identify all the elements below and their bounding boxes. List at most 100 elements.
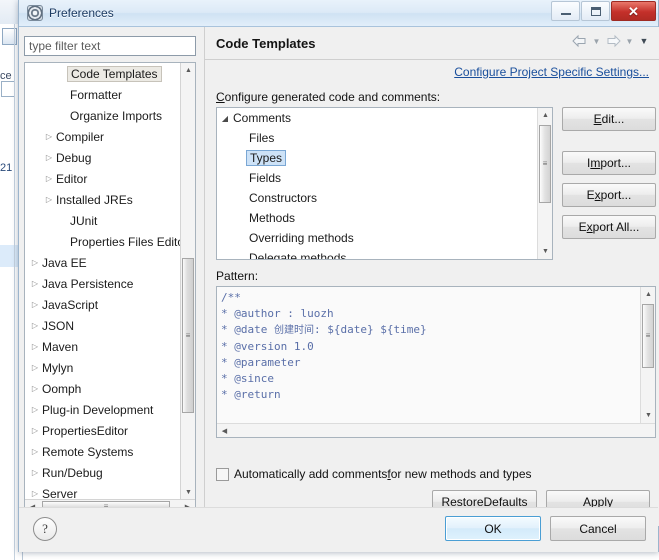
filter-input[interactable]: type filter text: [29, 39, 100, 53]
export-button[interactable]: Ex port...: [562, 183, 656, 207]
expand-triangle-icon[interactable]: ▷: [28, 321, 42, 330]
import-button-label: port...: [600, 156, 632, 170]
expand-triangle-icon[interactable]: ▷: [28, 468, 42, 477]
forward-dropdown-caret-icon[interactable]: ▼: [624, 33, 635, 49]
cancel-button[interactable]: Cancel: [550, 516, 646, 541]
configure-project-specific-settings-link[interactable]: Configure Project Specific Settings...: [454, 65, 649, 79]
pattern-scroll-left-button[interactable]: ◀: [217, 424, 232, 437]
template-item-constructors[interactable]: Constructors: [217, 188, 552, 208]
expand-triangle-icon[interactable]: ▷: [28, 342, 42, 351]
help-icon[interactable]: ?: [33, 517, 57, 541]
expand-triangle-icon[interactable]: ▷: [28, 447, 42, 456]
auto-comments-checkbox[interactable]: [216, 467, 229, 481]
expand-triangle-icon[interactable]: ▷: [42, 132, 56, 141]
template-group-comments[interactable]: ◢ Comments: [217, 108, 552, 128]
pattern-code-text: /** * @author : luozh * @date 创建时间: ${date…: [221, 290, 427, 403]
pattern-label-prefix: Pa: [216, 269, 231, 283]
preferences-gear-icon: [27, 5, 43, 21]
page-navigation-controls: ▼ ▼ ▼: [571, 33, 651, 49]
sidebar-item-installed-jres[interactable]: ▷ Installed JREs: [25, 189, 195, 210]
sidebar-item-java-persistence[interactable]: ▷ Java Persistence: [25, 273, 195, 294]
ok-button[interactable]: OK: [445, 516, 541, 541]
minimize-button[interactable]: [551, 1, 580, 21]
expand-triangle-icon[interactable]: ▷: [28, 405, 42, 414]
pattern-scroll-down-button[interactable]: ▼: [641, 408, 655, 423]
pattern-scrollbar-thumb[interactable]: ≡: [642, 304, 654, 368]
sidebar-item-json[interactable]: ▷ JSON: [25, 315, 195, 336]
template-item-delegate-methods[interactable]: Delegate methods: [217, 248, 552, 259]
tree-vertical-scrollbar[interactable]: ▲ ≡ ▼: [180, 63, 195, 500]
templates-scroll-up-button[interactable]: ▲: [538, 108, 552, 123]
preferences-tree[interactable]: Code Templates Formatter Organize Imports ▷…: [24, 62, 196, 515]
button-gap-3: [562, 207, 656, 215]
view-menu-caret-icon[interactable]: ▼: [637, 33, 651, 49]
template-item-files[interactable]: Files: [217, 128, 552, 148]
tree-scroll-up-button[interactable]: ▲: [181, 63, 195, 78]
expand-triangle-icon[interactable]: ▷: [28, 258, 42, 267]
edit-button[interactable]: Edit...: [562, 107, 656, 131]
pattern-vertical-scrollbar[interactable]: ▲ ≡ ▼: [640, 287, 655, 423]
expand-triangle-icon[interactable]: ▷: [28, 426, 42, 435]
sidebar-item-properties-files-editor[interactable]: Properties Files Editor: [25, 231, 195, 252]
dialog-footer-buttons: OK Cancel: [445, 516, 646, 541]
expand-triangle-icon[interactable]: ▷: [28, 300, 42, 309]
pattern-scroll-up-button[interactable]: ▲: [641, 287, 655, 302]
pattern-preview-area[interactable]: /** * @author : luozh * @date 创建时间: ${date…: [216, 286, 656, 438]
expand-triangle-icon[interactable]: ▷: [42, 195, 56, 204]
expand-triangle-icon[interactable]: ▷: [28, 489, 42, 498]
filter-input-wrapper[interactable]: type filter text: [24, 36, 196, 56]
content-header: Code Templates ▼ ▼ ▼: [205, 27, 659, 60]
sidebar-item-javascript[interactable]: ▷ JavaScript: [25, 294, 195, 315]
auto-comments-row[interactable]: Automatically add comments f or new metho…: [216, 467, 532, 481]
expand-triangle-icon[interactable]: ▷: [28, 384, 42, 393]
templates-vertical-scrollbar[interactable]: ▲ ≡ ▼: [537, 108, 552, 259]
sidebar-item-editor[interactable]: ▷ Editor: [25, 168, 195, 189]
collapse-triangle-icon[interactable]: ◢: [217, 114, 233, 123]
sidebar-item-java-ee[interactable]: ▷ Java EE: [25, 252, 195, 273]
template-item-methods[interactable]: Methods: [217, 208, 552, 228]
close-button[interactable]: ✕: [611, 1, 656, 21]
import-button[interactable]: Im port...: [562, 151, 656, 175]
sidebar-item-plug-in-development[interactable]: ▷ Plug-in Development: [25, 399, 195, 420]
expand-triangle-icon[interactable]: ▷: [42, 153, 56, 162]
sidebar-item-oomph[interactable]: ▷ Oomph: [25, 378, 195, 399]
dialog-title: Preferences: [49, 6, 114, 20]
sidebar-item-debug[interactable]: ▷ Debug: [25, 147, 195, 168]
sidebar-item-mylyn[interactable]: ▷ Mylyn: [25, 357, 195, 378]
template-item-types[interactable]: Types: [217, 148, 552, 168]
expand-triangle-icon[interactable]: ▷: [42, 174, 56, 183]
expand-triangle-icon[interactable]: ▷: [28, 279, 42, 288]
pattern-horizontal-scrollbar[interactable]: ◀: [217, 423, 655, 437]
template-item-fields[interactable]: Fields: [217, 168, 552, 188]
sidebar-item-remote-systems[interactable]: ▷ Remote Systems: [25, 441, 195, 462]
tree-thumb-grip-icon: ≡: [185, 330, 191, 340]
templates-scrollbar-thumb[interactable]: ≡: [539, 125, 551, 203]
sidebar-item-junit[interactable]: JUnit: [25, 210, 195, 231]
export-all-prefix: E: [578, 220, 587, 234]
sidebar-item-propertieseditor[interactable]: ▷ PropertiesEditor: [25, 420, 195, 441]
tree-scroll-down-button[interactable]: ▼: [181, 485, 195, 500]
export-all-button[interactable]: Ex port All...: [562, 215, 656, 239]
background-label-left-2: 21: [0, 162, 13, 174]
maximize-button[interactable]: [581, 1, 610, 21]
sidebar-item-label: Organize Imports: [70, 108, 163, 123]
sidebar-item-run-debug[interactable]: ▷ Run/Debug: [25, 462, 195, 483]
code-templates-tree-list[interactable]: ◢ Comments Files Types Fields Constructors Met…: [217, 108, 552, 259]
back-dropdown-caret-icon[interactable]: ▼: [591, 33, 602, 49]
tree-scrollbar-thumb[interactable]: ≡: [182, 258, 194, 413]
sidebar-item-organize-imports[interactable]: Organize Imports: [25, 105, 195, 126]
templates-scroll-down-button[interactable]: ▼: [538, 244, 552, 259]
template-item-overriding-methods[interactable]: Overriding methods: [217, 228, 552, 248]
dialog-titlebar[interactable]: Preferences ✕: [19, 0, 658, 27]
back-icon[interactable]: [571, 33, 589, 49]
expand-triangle-icon[interactable]: ▷: [28, 363, 42, 372]
import-button-mnemonic: m: [590, 156, 601, 170]
sidebar-item-code-templates[interactable]: Code Templates: [25, 63, 195, 84]
sidebar-item-formatter[interactable]: Formatter: [25, 84, 195, 105]
minimize-icon: [560, 13, 571, 15]
preferences-tree-list[interactable]: Code Templates Formatter Organize Imports ▷…: [25, 63, 195, 514]
sidebar-item-maven[interactable]: ▷ Maven: [25, 336, 195, 357]
forward-icon[interactable]: [604, 33, 622, 49]
sidebar-item-compiler[interactable]: ▷ Compiler: [25, 126, 195, 147]
code-templates-tree[interactable]: ◢ Comments Files Types Fields Constructors Met…: [216, 107, 553, 260]
